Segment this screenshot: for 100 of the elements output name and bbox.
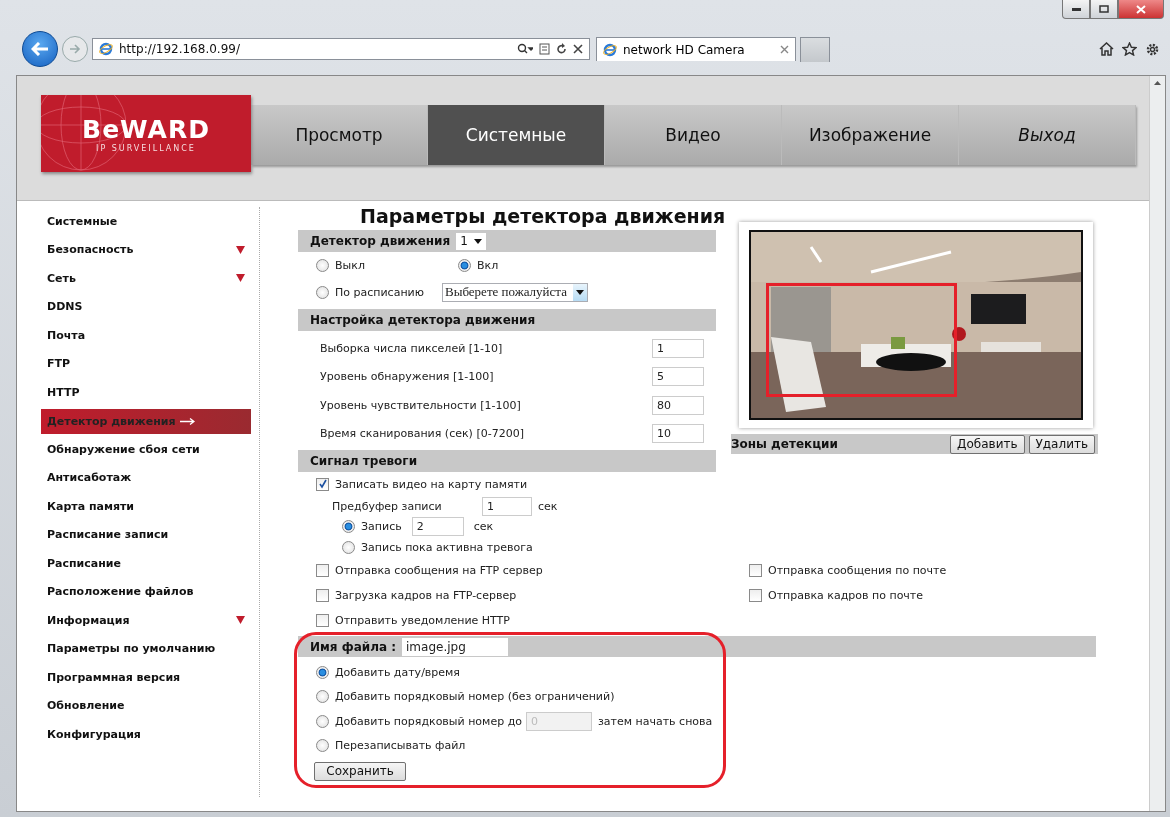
refresh-icon[interactable] (556, 43, 567, 55)
sidebar-item[interactable]: HTTP (41, 378, 251, 407)
nav-tab[interactable]: Изображение (782, 105, 959, 165)
input-field[interactable]: 2 (411, 517, 464, 536)
radio-label: Выкл (335, 258, 365, 272)
radio-button[interactable] (316, 714, 329, 728)
field-label: затем начать снова (598, 714, 713, 728)
nav-tab[interactable]: Видео (605, 105, 782, 165)
sidebar-label: Расписание (47, 556, 122, 570)
field-label: Выборка числа пикселей [1-10] (320, 341, 503, 355)
checkbox[interactable] (316, 589, 329, 602)
checkbox-label: Записать видео на карту памяти (335, 477, 528, 491)
radio-button[interactable] (342, 520, 355, 533)
input-field[interactable]: 1 (482, 496, 532, 516)
sidebar-item[interactable]: Расписание (41, 549, 251, 578)
checkbox[interactable] (749, 564, 762, 577)
sidebar-item[interactable]: Антисаботаж (41, 463, 251, 492)
radio-button[interactable] (316, 285, 329, 299)
detection-zone[interactable] (766, 283, 957, 397)
radio-button[interactable] (316, 258, 329, 272)
scrollbar[interactable] (1149, 76, 1165, 811)
maximize-button[interactable] (1090, 0, 1118, 19)
dropdown-triangle-icon[interactable] (236, 245, 245, 254)
sidebar-label: Системные (47, 214, 118, 228)
checkbox[interactable] (316, 477, 329, 491)
sidebar-label: Программная версия (47, 670, 181, 684)
sidebar-item[interactable]: Карта памяти (41, 492, 251, 521)
sidebar-label: Параметры по умолчанию (47, 642, 216, 656)
close-icon[interactable] (573, 44, 583, 54)
nav-tab[interactable]: Системные (428, 105, 605, 165)
tab-title: network HD Camera (623, 42, 746, 57)
close-icon (1136, 4, 1146, 14)
logo: BeWARD IP SURVEILLANCE (41, 95, 251, 172)
zone-button[interactable]: Добавить (950, 434, 1025, 454)
compatibility-icon[interactable] (539, 43, 550, 55)
sidebar-item[interactable]: Конфигурация (41, 720, 251, 749)
field-label: Уровень чувствительности [1-100] (320, 398, 521, 412)
sidebar-item[interactable]: Расписание записи (41, 520, 251, 549)
sidebar-label: HTTP (47, 385, 80, 399)
sidebar-label: FTP (47, 357, 71, 371)
sidebar-item[interactable]: Безопасность (41, 235, 251, 264)
radio-button[interactable] (316, 665, 329, 679)
checkbox-label: Отправка сообщения по почте (768, 564, 947, 577)
checkbox-label: Отправка кадров по почте (768, 589, 924, 602)
address-bar[interactable]: http://192.168.0.99/ (92, 38, 590, 60)
dropdown-triangle-icon[interactable] (236, 274, 245, 283)
radio-button[interactable] (458, 258, 471, 272)
browser-logo-icon (603, 42, 617, 57)
input-field[interactable]: 10 (652, 424, 704, 444)
section-header: Зоны детекции (731, 437, 838, 451)
sidebar-label: Карта памяти (47, 499, 135, 513)
browser-logo-icon (99, 42, 113, 56)
section-header: Имя файла : image.jpg (298, 636, 1096, 657)
settings-icon[interactable] (1145, 41, 1160, 57)
save-button[interactable]: Сохранить (314, 761, 406, 781)
sidebar-item[interactable]: Расположение файлов (41, 577, 251, 606)
schedule-select[interactable]: Выберете пожалуйста (442, 282, 588, 302)
arrow-right-icon (69, 44, 81, 54)
radio-button[interactable] (342, 541, 355, 554)
sidebar-label: Расписание записи (47, 528, 169, 542)
sidebar-item[interactable]: Информация (41, 606, 251, 635)
sidebar-item[interactable]: Сеть (41, 264, 251, 293)
sidebar-item[interactable]: Параметры по умолчанию (41, 634, 251, 663)
minimize-button[interactable] (1062, 0, 1090, 19)
sidebar-item[interactable]: Программная версия (41, 663, 251, 692)
radio-button[interactable] (316, 690, 329, 704)
sidebar-label: Обновление (47, 699, 125, 713)
detector-select[interactable]: 1 (456, 232, 486, 250)
checkbox-label: Загрузка кадров на FTP-сервер (335, 589, 517, 602)
sidebar-item[interactable]: Системные (41, 207, 251, 236)
sidebar-item[interactable]: Обнаружение сбоя сети (41, 435, 251, 464)
close-button[interactable] (1118, 0, 1164, 19)
sidebar-item[interactable]: DDNS (41, 292, 251, 321)
zone-button[interactable]: Удалить (1028, 434, 1095, 454)
close-tab-icon[interactable] (780, 45, 789, 54)
search-icon[interactable] (517, 43, 533, 55)
dropdown-triangle-icon[interactable] (236, 616, 245, 625)
sidebar-label: Безопасность (47, 243, 134, 257)
star-icon[interactable] (1122, 41, 1137, 56)
browser-tab[interactable]: network HD Camera (596, 37, 796, 61)
sidebar-item[interactable]: Почта (41, 321, 251, 350)
checkbox[interactable] (316, 614, 329, 627)
checkbox[interactable] (749, 589, 762, 602)
arrow-left-icon (31, 42, 49, 56)
url-text: http://192.168.0.99/ (119, 42, 241, 56)
home-icon[interactable] (1099, 41, 1114, 56)
unit-label: сек (538, 499, 558, 513)
filename-field[interactable]: image.jpg (402, 637, 508, 656)
nav-tab[interactable]: Выход (959, 105, 1136, 165)
input-field[interactable]: 5 (652, 367, 704, 387)
radio-label: Добавить порядковый номер до (335, 714, 522, 728)
sidebar-label: Конфигурация (47, 727, 141, 741)
radio-button[interactable] (316, 739, 329, 753)
back-button[interactable] (22, 31, 58, 67)
input-field[interactable]: 1 (652, 338, 704, 358)
sidebar-item[interactable]: Обновление (41, 691, 251, 720)
checkbox[interactable] (316, 564, 329, 577)
input-field[interactable]: 80 (652, 395, 704, 415)
arrow-icon (179, 417, 195, 425)
sidebar-item[interactable]: FTP (41, 349, 251, 378)
